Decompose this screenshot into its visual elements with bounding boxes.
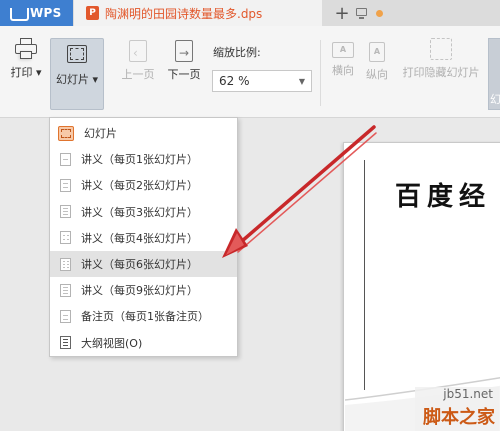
menu-item-handout-3[interactable]: 讲义（每页3张幻灯片） [50,199,237,225]
handout-icon [60,178,71,192]
menu-item-label: 大纲视图(O) [81,336,143,350]
presentation-file-icon: P [86,6,99,20]
print-label: 打印 ▾ [10,66,42,79]
wps-logo-icon [10,7,29,21]
slides-dropdown-menu: 幻灯片 讲义（每页1张幻灯片） 讲义（每页2张幻灯片） 讲义（每页3张幻灯片） … [49,117,238,357]
hidden-slide-icon [430,38,452,60]
next-page-label: 下一页 [167,68,201,81]
portrait-button[interactable]: A 纵向 [360,42,394,82]
watermark-site: jb51.net [443,387,493,401]
previous-page-button[interactable]: ‹ 上一页 [118,40,158,82]
slides-dropdown-button[interactable]: 幻灯片 ▾ [50,38,104,110]
menu-item-label: 备注页（每页1张备注页） [81,310,209,324]
zoom-value: 62 % [219,74,250,88]
menu-item-label: 讲义（每页6张幻灯片） [81,258,198,272]
slide-frame-line [364,160,365,390]
printer-icon [14,38,38,60]
overflow-toolbar-button[interactable]: 幻 [488,38,500,110]
slides-label: 幻灯片 ▾ [55,73,99,86]
menu-item-handout-2[interactable]: 讲义（每页2张幻灯片） [50,172,237,198]
landscape-button[interactable]: A 横向 [326,42,360,78]
next-page-icon: → [175,40,193,62]
menu-item-handout-6[interactable]: 讲义（每页6张幻灯片） [50,250,237,278]
previous-page-label: 上一页 [121,68,155,81]
landscape-label: 横向 [332,64,354,77]
handout-icon [60,205,71,219]
menu-item-slides[interactable]: 幻灯片 [50,120,237,146]
print-button[interactable]: 打印 ▾ [8,38,44,80]
handout-icon [60,257,71,271]
document-title: 陶渊明的田园诗数量最多.dps [105,6,263,21]
next-page-button[interactable]: → 下一页 [164,40,204,82]
menu-item-handout-9[interactable]: 讲义（每页9张幻灯片） [50,277,237,303]
unsaved-dot-icon [376,10,383,17]
handout-icon [60,231,71,245]
menu-item-notes-page[interactable]: 备注页（每页1张备注页） [50,303,237,329]
title-bar: WPS P 陶渊明的田园诗数量最多.dps + [0,0,500,26]
outline-icon [60,336,71,350]
menu-item-outline-view[interactable]: 大纲视图(O) [50,330,237,356]
toolbar-divider [320,40,321,106]
document-tab[interactable]: P 陶渊明的田园诗数量最多.dps [74,0,383,26]
chevron-down-icon: ▼ [298,76,305,86]
slide-icon [67,45,87,63]
previous-page-icon: ‹ [129,40,147,62]
portrait-icon: A [369,42,385,62]
zoom-select[interactable]: 62 % ▼ [212,70,312,92]
menu-item-label: 讲义（每页2张幻灯片） [81,179,198,193]
watermark: jb51.net 脚本之家 [415,387,499,431]
slide-icon [58,125,74,141]
landscape-icon: A [332,42,354,58]
slide-title: 百度经 [395,182,492,212]
portrait-label: 纵向 [366,68,388,81]
wps-home-tab[interactable]: WPS [0,0,73,26]
menu-item-label: 讲义（每页3张幻灯片） [81,205,198,219]
handout-icon [60,152,71,166]
notes-icon [60,309,71,323]
print-hidden-slides-label: 打印隐藏幻灯片 [402,66,480,79]
watermark-brand: 脚本之家 [423,407,495,428]
menu-item-label: 讲义（每页4张幻灯片） [81,231,198,245]
menu-item-handout-4[interactable]: 讲义（每页4张幻灯片） [50,225,237,251]
menu-item-label: 讲义（每页1张幻灯片） [81,153,198,167]
menu-item-label: 讲义（每页9张幻灯片） [81,284,198,298]
menu-item-label: 幻灯片 [84,127,117,141]
zoom-label: 缩放比例: [213,46,261,59]
wps-app-name: WPS [30,6,62,20]
handout-icon [60,283,71,297]
print-hidden-slides-button[interactable]: 打印隐藏幻灯片 [396,38,486,80]
menu-item-handout-1[interactable]: 讲义（每页1张幻灯片） [50,146,237,172]
new-tab-button[interactable]: + [322,0,362,26]
